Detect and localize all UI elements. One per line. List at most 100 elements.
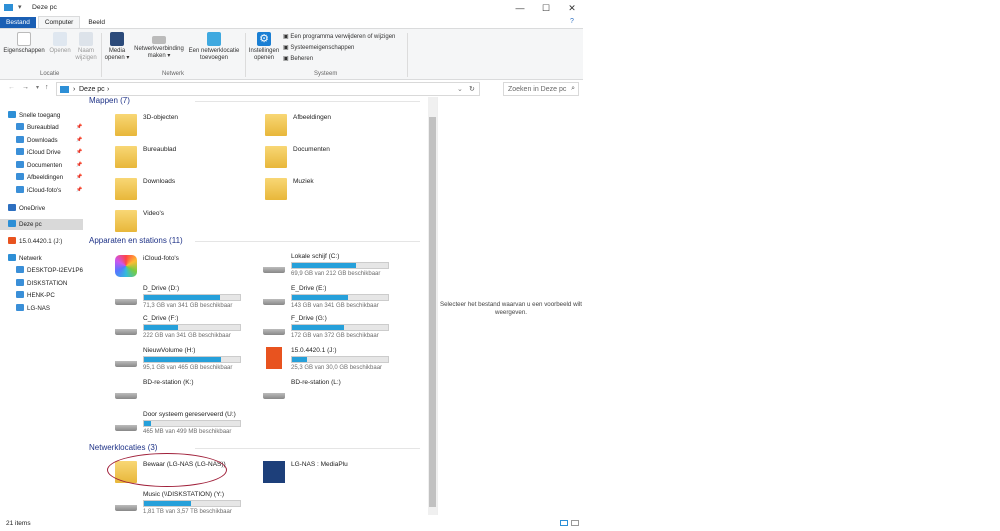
- scrollbar-thumb[interactable]: [429, 117, 436, 507]
- free-space: 25,3 GB van 30,0 GB beschikbaar: [291, 365, 383, 371]
- rename-button[interactable]: Naam wijzigen: [74, 29, 98, 62]
- nav-label: Downloads: [27, 136, 58, 144]
- minimize-button[interactable]: —: [507, 0, 533, 16]
- item-name: Documenten: [293, 146, 330, 153]
- free-space: 465 MB van 499 MB beschikbaar: [143, 429, 232, 435]
- folder-item[interactable]: Video's: [115, 208, 265, 238]
- search-input[interactable]: Zoeken in Deze pc ⌕: [503, 82, 579, 96]
- nav-item-quick-0[interactable]: Bureaublad 📌: [16, 122, 82, 133]
- address-bar[interactable]: › Deze pc › ⌄ ↻: [56, 82, 480, 96]
- up-button[interactable]: ↑: [45, 84, 49, 91]
- folder-item[interactable]: Documenten: [265, 144, 415, 174]
- recent-dropdown[interactable]: ▾: [36, 84, 39, 91]
- drive-icon: [263, 263, 285, 273]
- free-space: 172 GB van 372 GB beschikbaar: [291, 333, 379, 339]
- pin-icon: 📌: [76, 187, 83, 193]
- folder-icon: [265, 146, 287, 168]
- properties-button[interactable]: Eigenschappen: [3, 29, 45, 55]
- open-settings-button[interactable]: ⚙ Instellingen openen: [247, 29, 281, 62]
- back-button[interactable]: ←: [8, 84, 15, 91]
- usage-bar: [143, 420, 241, 427]
- scrollbar[interactable]: [428, 97, 437, 515]
- map-network-drive-button[interactable]: Netwerkverbinding maken ▾: [132, 29, 186, 60]
- nav-icon: [8, 111, 16, 118]
- usage-bar-fill: [292, 357, 308, 362]
- folder-item[interactable]: Downloads: [115, 176, 265, 206]
- uninstall-program-button[interactable]: ▣ Een programma verwijderen of wijzigen: [283, 34, 395, 41]
- drive-icon: [115, 357, 137, 367]
- media-open-button[interactable]: Media openen ▾: [104, 29, 130, 62]
- nav-item-network-0[interactable]: DESKTOP-I2EV1P6: [16, 265, 83, 276]
- section-devices[interactable]: Apparaten en stations (11): [89, 236, 183, 245]
- close-button[interactable]: ✕: [559, 0, 585, 16]
- forward-button[interactable]: →: [22, 84, 29, 91]
- address-dropdown[interactable]: ⌄: [457, 85, 463, 93]
- maximize-button[interactable]: ☐: [533, 0, 559, 16]
- item-name: Afbeeldingen: [293, 114, 331, 121]
- media-icon: [110, 32, 124, 46]
- nav-item-quick-3[interactable]: Documenten 📌: [16, 160, 82, 171]
- device-item[interactable]: NieuwVolume (H:) 95,1 GB van 465 GB besch…: [115, 345, 265, 375]
- nav-label: DESKTOP-I2EV1P6: [27, 267, 83, 274]
- nav-item-quick-4[interactable]: Afbeeldingen 📌: [16, 172, 82, 183]
- nav-item-quick-2[interactable]: iCloud Drive 📌: [16, 147, 82, 158]
- nav-item-quick-1[interactable]: Downloads 📌: [16, 135, 82, 146]
- add-network-location-button[interactable]: Een netwerklocatie toevoegen: [187, 29, 241, 62]
- item-name: NieuwVolume (H:): [143, 347, 196, 354]
- nav-this-pc[interactable]: Deze pc: [0, 219, 83, 230]
- device-item[interactable]: E_Drive (E:) 143 GB van 341 GB beschikbaa…: [263, 283, 413, 313]
- search-icon: ⌕: [571, 85, 575, 92]
- group-locatie: Locatie: [40, 71, 60, 77]
- device-item[interactable]: iCloud-foto's: [115, 253, 265, 283]
- usage-bar: [143, 294, 241, 301]
- free-space: 222 GB van 341 GB beschikbaar: [143, 333, 231, 339]
- nav-item-quick-5[interactable]: iCloud-foto's 📌: [16, 185, 82, 196]
- breadcrumb[interactable]: Deze pc: [79, 86, 105, 93]
- drive-icon: [115, 501, 137, 511]
- system-properties-button[interactable]: ▣ Systeemeigenschappen: [283, 45, 354, 52]
- device-item[interactable]: Door systeem gereserveerd (U:) 465 MB van…: [115, 409, 265, 439]
- nav-label: iCloud-foto's: [27, 187, 62, 194]
- network-location-item[interactable]: LG-NAS : MediaPlu: [263, 459, 413, 489]
- folder-item[interactable]: 3D-objecten: [115, 112, 265, 142]
- folder-item[interactable]: Muziek: [265, 176, 415, 206]
- help-icon[interactable]: ?: [570, 18, 574, 25]
- pin-icon: 📌: [76, 161, 83, 168]
- folder-icon: [115, 178, 137, 200]
- device-item[interactable]: BD-re-station (L:): [263, 377, 413, 407]
- open-button[interactable]: Openen: [47, 29, 73, 55]
- device-item[interactable]: 15.0.4420.1 (J:) 25,3 GB van 30,0 GB besc…: [263, 345, 413, 375]
- folder-icon: [115, 114, 137, 136]
- nav-icon: [16, 303, 24, 311]
- tiles-view-button[interactable]: [571, 520, 579, 526]
- nav-icon: [16, 278, 24, 286]
- nav-office-drive[interactable]: 15.0.4420.1 (J:): [8, 236, 62, 247]
- nav-icon: [16, 173, 24, 181]
- nav-item-network-3[interactable]: LG-NAS: [16, 303, 50, 314]
- section-folders[interactable]: Mappen (7): [89, 96, 130, 105]
- nav-icon: [16, 148, 24, 156]
- device-item[interactable]: BD-re-station (K:): [115, 377, 265, 407]
- tab-computer[interactable]: Computer: [37, 16, 81, 28]
- device-item[interactable]: Lokale schijf (C:) 69,9 GB van 212 GB bes…: [263, 251, 413, 281]
- usage-bar: [143, 324, 241, 331]
- details-view-button[interactable]: [560, 520, 568, 526]
- usage-bar: [291, 262, 389, 269]
- nav-quick-access[interactable]: Snelle toegang: [8, 110, 60, 121]
- folder-item[interactable]: Afbeeldingen: [265, 112, 415, 142]
- nav-onedrive[interactable]: OneDrive: [8, 203, 45, 214]
- device-item[interactable]: F_Drive (G:) 172 GB van 372 GB beschikbaa…: [263, 313, 413, 343]
- manage-button[interactable]: ▣ Beheren: [283, 56, 313, 63]
- folder-item[interactable]: Bureaublad: [115, 144, 265, 174]
- device-item[interactable]: C_Drive (F:) 222 GB van 341 GB beschikbaa…: [115, 313, 265, 343]
- nav-item-network-1[interactable]: DISKSTATION: [16, 278, 67, 289]
- refresh-button[interactable]: ↻: [469, 85, 475, 93]
- item-name: F_Drive (G:): [291, 315, 327, 322]
- usage-bar: [291, 324, 389, 331]
- nav-item-network-2[interactable]: HENK-PC: [16, 290, 55, 301]
- device-item[interactable]: D_Drive (D:) 71,3 GB van 341 GB beschikba…: [115, 283, 265, 313]
- nav-network[interactable]: Netwerk: [8, 253, 42, 264]
- window-title: Deze pc: [32, 4, 57, 11]
- section-network-locations[interactable]: Netwerklocaties (3): [89, 443, 157, 452]
- nav-label: DISKSTATION: [27, 279, 68, 287]
